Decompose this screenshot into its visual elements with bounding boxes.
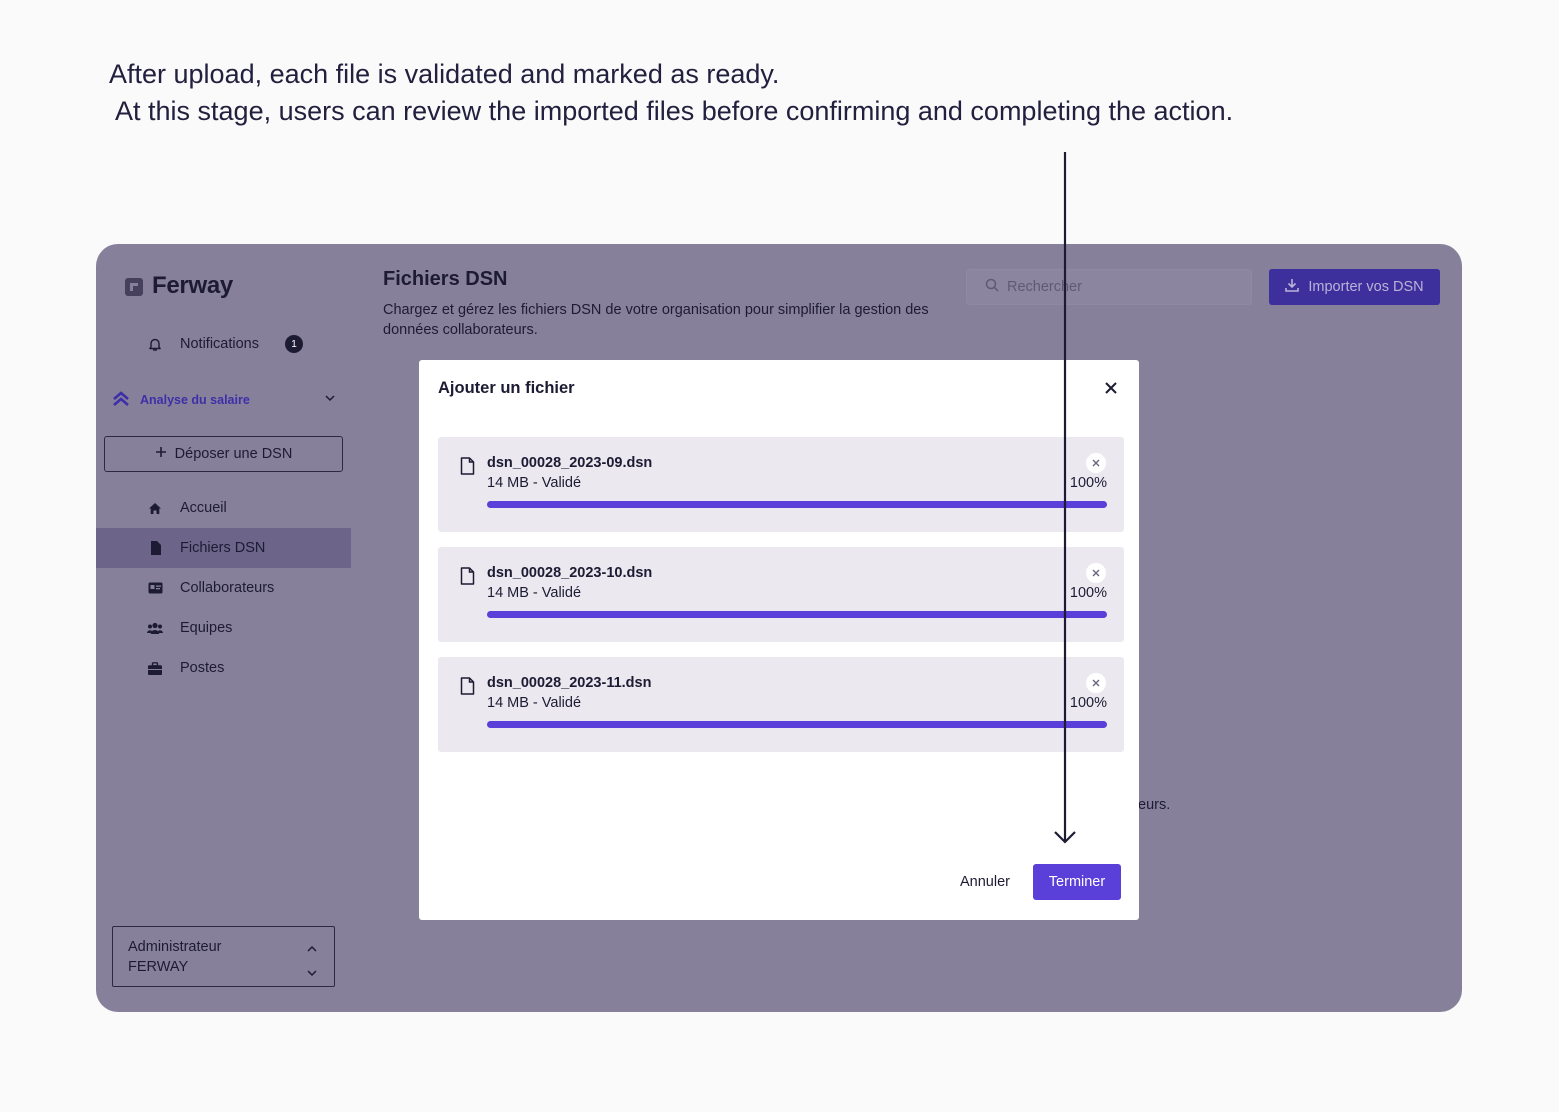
app-window: Ferway Notifications 1 Analyse du salair…	[96, 244, 1462, 1012]
sidebar: Ferway Notifications 1 Analyse du salair…	[96, 244, 351, 1012]
remove-file-icon[interactable]	[1086, 453, 1106, 473]
file-name: dsn_00028_2023-11.dsn	[487, 675, 652, 691]
import-dsn-button[interactable]: Importer vos DSN	[1269, 269, 1440, 305]
deposit-dsn-button[interactable]: Déposer une DSN	[104, 436, 343, 472]
caption-line-2: At this stage, users can review the impo…	[109, 96, 1234, 126]
file-meta: 14 MB - Validé	[487, 585, 582, 601]
modal-title: Ajouter un fichier	[438, 379, 575, 397]
remove-file-icon[interactable]	[1086, 563, 1106, 583]
progress-bar	[487, 501, 1107, 508]
progress-bar	[487, 611, 1107, 618]
file-icon	[460, 677, 475, 700]
page-description: Chargez et gérez les fichiers DSN de vot…	[383, 302, 929, 338]
section-analyse-du-salaire[interactable]: Analyse du salaire	[112, 388, 336, 412]
notification-count-badge: 1	[285, 335, 303, 353]
sidebar-item-notifications[interactable]: Notifications 1	[96, 324, 351, 364]
account-role: Administrateur	[128, 939, 222, 955]
caption: After upload, each file is validated and…	[109, 56, 1233, 130]
chevrons-up-icon	[112, 390, 130, 411]
home-icon	[147, 500, 163, 516]
ferway-logo-icon	[125, 278, 143, 296]
plus-icon	[155, 446, 167, 462]
progress-fill	[487, 501, 1107, 508]
users-icon	[147, 620, 163, 636]
logo[interactable]: Ferway	[122, 272, 233, 300]
file-item: dsn_00028_2023-09.dsn 14 MB - Validé 100…	[438, 437, 1124, 532]
deposit-dsn-label: Déposer une DSN	[174, 446, 293, 462]
chevron-down-icon	[306, 963, 318, 983]
sidebar-item-postes[interactable]: Postes	[96, 648, 351, 688]
chevron-up-icon	[306, 939, 318, 959]
annotation-arrow	[1054, 152, 1076, 844]
sidebar-item-label: Accueil	[180, 500, 227, 516]
sidebar-item-label: Notifications	[180, 336, 259, 352]
progress-fill	[487, 721, 1107, 728]
file-name: dsn_00028_2023-10.dsn	[487, 565, 653, 581]
add-file-modal: Ajouter un fichier dsn_00028_2023-09.dsn…	[419, 360, 1139, 920]
progress-bar	[487, 721, 1107, 728]
cancel-button[interactable]: Annuler	[949, 864, 1021, 900]
sidebar-item-equipes[interactable]: Equipes	[96, 608, 351, 648]
logo-text: Ferway	[152, 272, 233, 299]
file-meta: 14 MB - Validé	[487, 695, 582, 711]
file-item: dsn_00028_2023-11.dsn 14 MB - Validé 100…	[438, 657, 1124, 752]
download-icon	[1285, 278, 1300, 296]
sidebar-item-label: Equipes	[180, 620, 233, 636]
background-text-fragment: eurs.	[1138, 797, 1171, 813]
close-icon[interactable]	[1102, 379, 1120, 397]
sidebar-item-label: Postes	[180, 660, 225, 676]
bell-icon	[147, 336, 163, 352]
sidebar-item-label: Collaborateurs	[180, 580, 275, 596]
page-title: Fichiers DSN	[383, 268, 508, 290]
import-dsn-label: Importer vos DSN	[1308, 279, 1424, 295]
briefcase-icon	[147, 660, 163, 676]
file-icon	[460, 457, 475, 480]
account-org: FERWAY	[128, 959, 189, 975]
id-card-icon	[147, 580, 163, 596]
section-label: Analyse du salaire	[140, 393, 250, 407]
sidebar-item-collaborateurs[interactable]: Collaborateurs	[96, 568, 351, 608]
sidebar-item-accueil[interactable]: Accueil	[96, 488, 351, 528]
caption-line-1: After upload, each file is validated and…	[109, 59, 780, 89]
file-icon	[147, 540, 163, 556]
sidebar-item-label: Fichiers DSN	[180, 540, 266, 556]
account-selector[interactable]: Administrateur FERWAY	[112, 926, 335, 987]
progress-fill	[487, 611, 1107, 618]
sidebar-item-fichiers-dsn[interactable]: Fichiers DSN	[96, 528, 351, 568]
search-icon	[985, 278, 999, 296]
chevron-down-icon[interactable]	[324, 392, 336, 407]
file-meta: 14 MB - Validé	[487, 475, 582, 491]
finish-button[interactable]: Terminer	[1033, 864, 1121, 900]
search-input[interactable]: Rechercher	[966, 269, 1252, 305]
file-item: dsn_00028_2023-10.dsn 14 MB - Validé 100…	[438, 547, 1124, 642]
file-name: dsn_00028_2023-09.dsn	[487, 455, 653, 471]
file-icon	[460, 567, 475, 590]
remove-file-icon[interactable]	[1086, 673, 1106, 693]
